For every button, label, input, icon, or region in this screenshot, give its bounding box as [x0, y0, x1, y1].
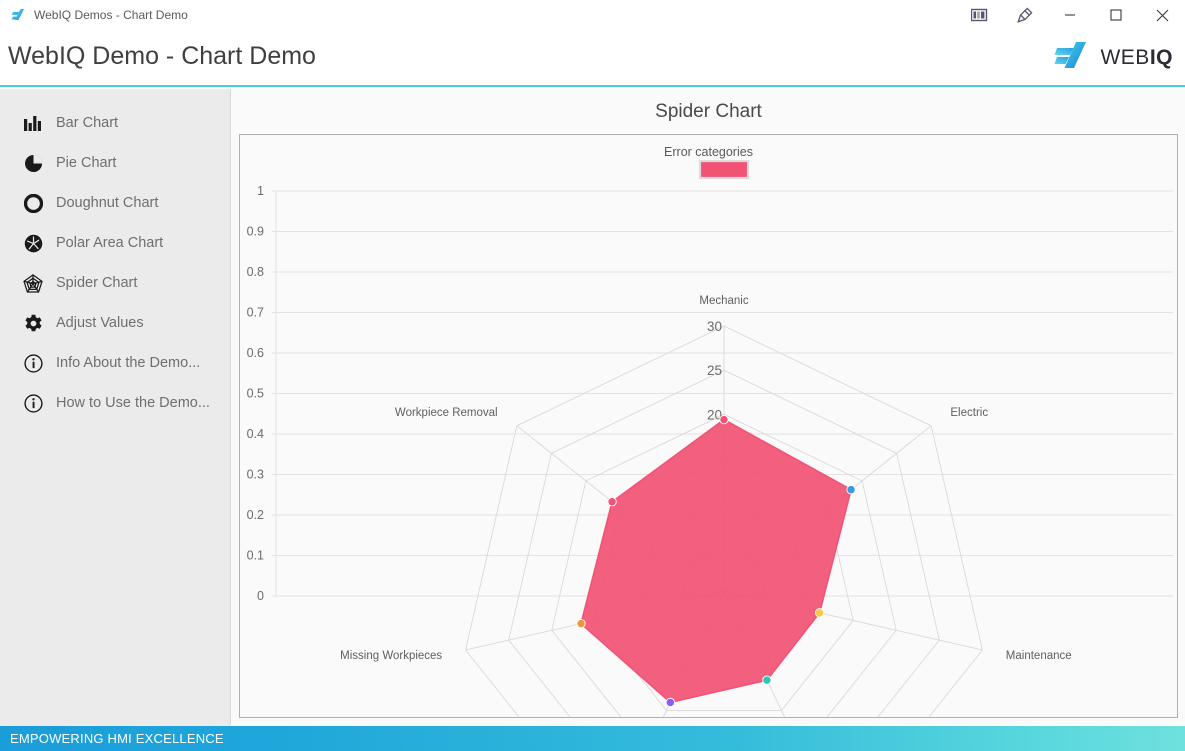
sidebar-item-label: Bar Chart	[56, 115, 119, 131]
y-axis-tick-label: 0	[257, 589, 264, 603]
window-titlebar: WebIQ Demos - Chart Demo	[0, 0, 1185, 30]
bar-chart-icon	[22, 112, 44, 134]
gear-icon	[22, 312, 44, 334]
main-content: Spider Chart Error categories 1 0.9 0.8 0.7…	[232, 89, 1185, 725]
pie-chart-icon	[22, 152, 44, 174]
legend-swatch[interactable]	[698, 159, 750, 180]
radar-data-point[interactable]	[846, 485, 856, 495]
brand-logo: WEBIQ	[1054, 40, 1173, 75]
info-icon	[22, 352, 44, 374]
sidebar-item-label: Spider Chart	[56, 275, 138, 291]
y-axis-tick-label: 0.5	[247, 387, 264, 401]
radar-data-point[interactable]	[814, 608, 825, 618]
y-axis-tick-label: 0.9	[247, 225, 264, 239]
maximize-button[interactable]	[1093, 0, 1139, 30]
y-axis-tick-label: 0.7	[247, 306, 264, 320]
spider-chart-canvas[interactable]: 10.90.80.70.60.50.40.30.20.10202530Mecha…	[240, 135, 1177, 717]
spider-chart-panel: Error categories 1 0.9 0.8 0.7 0.6 0.5 0.4 0.3 0…	[239, 134, 1178, 718]
sidebar-item-label: Info About the Demo...	[56, 355, 201, 371]
application-window: WebIQ Demos - Chart Demo WebIQ Demo - Ch…	[0, 0, 1185, 751]
radial-axis-labels: 202530	[707, 319, 722, 422]
radar-axis-label: Electric	[950, 407, 988, 419]
radar-data-point[interactable]	[762, 675, 772, 685]
close-button[interactable]	[1139, 0, 1185, 30]
sidebar-item-label: Adjust Values	[56, 315, 144, 331]
webiq-mark-icon	[1054, 40, 1090, 75]
y-axis-tick-label: 1	[257, 184, 264, 198]
radar-axis-label: Workpiece Removal	[395, 407, 498, 419]
sidebar-item-doughnut-chart[interactable]: Doughnut Chart	[0, 183, 230, 223]
y-axis-tick-label: 0.8	[247, 265, 264, 279]
sidebar: Bar Chart Pie Chart Doughnut Chart Polar…	[0, 89, 231, 725]
polar-area-chart-icon	[22, 232, 44, 254]
window-controls	[957, 0, 1185, 30]
radar-axis-label: Mechanic	[699, 295, 748, 307]
radial-tick-label: 30	[707, 319, 722, 334]
app-header: WebIQ Demo - Chart Demo WEBIQ	[0, 30, 1185, 87]
brand-logo-text-light: WEB	[1100, 45, 1150, 69]
sidebar-item-spider-chart[interactable]: Spider Chart	[0, 263, 230, 303]
sidebar-item-polar-area-chart[interactable]: Polar Area Chart	[0, 223, 230, 263]
radar-data-point[interactable]	[719, 414, 729, 425]
sidebar-item-pie-chart[interactable]: Pie Chart	[0, 143, 230, 183]
doughnut-chart-icon	[22, 192, 44, 214]
radar-data-point[interactable]	[576, 618, 586, 629]
page-title: WebIQ Demo - Chart Demo	[8, 42, 316, 70]
radar-data-point[interactable]	[607, 497, 617, 507]
y-axis-tick-label: 0.1	[247, 549, 264, 563]
status-bar: EMPOWERING HMI EXCELLENCE	[0, 726, 1185, 751]
sidebar-item-label: How to Use the Demo...	[56, 395, 210, 411]
sidebar-item-adjust-values[interactable]: Adjust Values	[0, 303, 230, 343]
radar-axis-label: Maintenance	[1006, 650, 1072, 662]
minimize-button[interactable]	[1047, 0, 1093, 30]
y-axis-tick-label: 0.6	[247, 346, 264, 360]
pin-icon[interactable]	[1002, 0, 1047, 30]
status-bar-text: EMPOWERING HMI EXCELLENCE	[10, 731, 224, 746]
sidebar-item-label: Pie Chart	[56, 155, 117, 171]
radial-tick-label: 25	[707, 363, 722, 378]
radar-data-point[interactable]	[665, 697, 675, 708]
window-title: WebIQ Demos - Chart Demo	[34, 8, 188, 22]
sidebar-item-bar-chart[interactable]: Bar Chart	[0, 103, 230, 143]
radar-series-area[interactable]	[580, 418, 853, 704]
sidebar-item-how-to-use-demo[interactable]: How to Use the Demo...	[0, 383, 230, 423]
y-axis-tick-label: 0.4	[247, 427, 264, 441]
split-view-icon[interactable]	[957, 0, 1002, 30]
sidebar-item-label: Doughnut Chart	[56, 195, 159, 211]
spider-chart-icon	[22, 272, 44, 294]
info-icon	[22, 392, 44, 414]
radar-axis-label: Missing Workpieces	[340, 650, 442, 662]
y-axis-tick-label: 0.2	[247, 508, 264, 522]
sidebar-item-label: Polar Area Chart	[56, 235, 164, 251]
brand-logo-text: WEBIQ	[1100, 46, 1173, 70]
brand-logo-text-bold: IQ	[1149, 45, 1173, 69]
webiq-logo-icon	[10, 7, 26, 23]
y-axis-tick-label: 0.3	[247, 468, 264, 482]
sidebar-item-info-about-demo[interactable]: Info About the Demo...	[0, 343, 230, 383]
chart-page-title: Spider Chart	[655, 101, 762, 122]
